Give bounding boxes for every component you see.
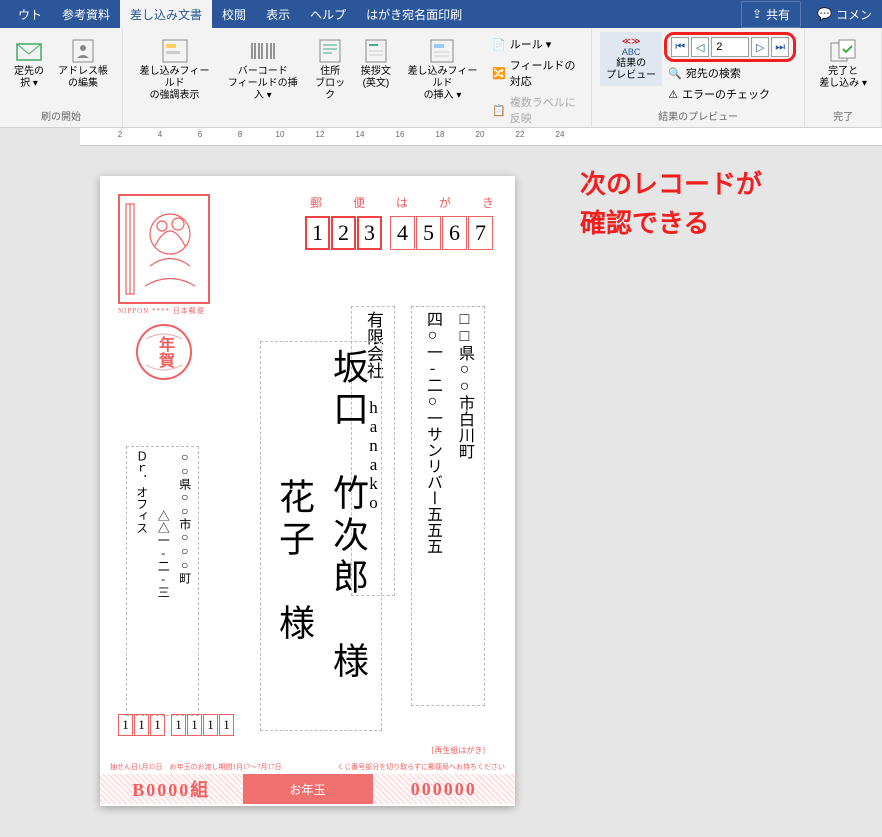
recycle-label: [再生紙はがき]	[432, 745, 485, 756]
highlight-merge-fields-button[interactable]: 差し込みフィールドの強調表示	[131, 32, 218, 106]
select-recipients-button[interactable]: 定先の択 ▾	[8, 32, 50, 94]
match-fields-button[interactable]: 🔀フィールドの対応	[488, 55, 583, 91]
addressbook-icon	[68, 36, 98, 66]
postal-digit: 1	[187, 714, 202, 736]
postal-digit: 7	[468, 216, 493, 250]
share-button[interactable]: ⇪共有	[741, 1, 801, 28]
envelope-icon	[14, 36, 44, 66]
recipient-postal-code: 1 2 3 4 5 6 7	[305, 216, 493, 250]
last-record-button[interactable]: ⏭	[771, 37, 789, 57]
tab-help[interactable]: ヘルプ	[300, 0, 356, 29]
group-label-preview: 結果のプレビュー	[658, 106, 738, 123]
first-record-button[interactable]: ⏮	[671, 37, 689, 57]
tab-review[interactable]: 校閲	[212, 0, 256, 29]
record-navigation: ⏮ ◁ ▷ ⏭	[664, 32, 796, 62]
group-write-insert: 差し込みフィールドの強調表示 バーコードフィールドの挿入 ▾ 住所ブロック 挨拶…	[123, 28, 592, 127]
group-label-finish: 完了	[833, 106, 853, 123]
edit-recipient-list-button[interactable]: アドレス帳の編集	[52, 32, 114, 94]
stamp-frame	[118, 194, 210, 304]
hagaki-page[interactable]: NIPPON **** 日本郵便 年賀 郵 便 は が き 1 2 3 4 5 …	[100, 176, 515, 806]
find-recipient-button[interactable]: 🔍宛先の検索	[664, 63, 796, 83]
ribbon-body: 定先の択 ▾ アドレス帳の編集 刷の開始 差し込みフィールドの強調表示 バーコー…	[0, 28, 882, 128]
postal-digit: 1	[150, 714, 165, 736]
rules-button[interactable]: 📄ルール ▾	[488, 34, 583, 54]
record-number-input[interactable]	[711, 37, 749, 57]
postal-digit: 6	[442, 216, 467, 250]
next-record-button[interactable]: ▷	[751, 37, 769, 57]
group-label-start: 刷の開始	[41, 106, 81, 123]
recipient-address-field[interactable]: □□県○○市白川町 四○一‐二○一サンリバー五五五	[411, 306, 485, 706]
tab-mailings[interactable]: 差し込み文書	[120, 0, 212, 29]
group-start-mailmerge: 定先の択 ▾ アドレス帳の編集 刷の開始	[0, 28, 123, 127]
barcode-icon	[248, 36, 278, 66]
comment-button[interactable]: 💬コメン	[807, 2, 882, 27]
sender-postal-code: 1 1 1 1 1 1 1	[118, 714, 234, 736]
search-icon: 🔍	[668, 67, 682, 80]
barcode-field-button[interactable]: バーコードフィールドの挿入 ▾	[220, 32, 305, 106]
postal-digit: 5	[416, 216, 441, 250]
document-area: NIPPON **** 日本郵便 年賀 郵 便 は が き 1 2 3 4 5 …	[0, 146, 882, 806]
annotation-text: 次のレコードが 確認できる	[580, 165, 762, 243]
group-finish: 完了と 差し込み ▾ 完了	[805, 28, 882, 127]
nippon-label: NIPPON **** 日本郵便	[118, 306, 210, 316]
preview-results-button[interactable]: ≪≫ ABC 結果の プレビュー	[600, 32, 662, 86]
postal-digit: 1	[203, 714, 218, 736]
otoshidama-label: お年玉	[243, 774, 373, 804]
insert-merge-field-button[interactable]: 差し込みフィールドの挿入 ▾	[399, 32, 486, 106]
ribbon-tabs: ウト 参考資料 差し込み文書 校閲 表示 ヘルプ はがき宛名面印刷 ⇪共有 💬コ…	[0, 0, 882, 28]
greeting-line-button[interactable]: 挨拶文(英文)	[355, 32, 397, 94]
postal-digit: 4	[390, 216, 415, 250]
labels-icon: 📋	[492, 104, 506, 117]
group-preview-results: ≪≫ ABC 結果の プレビュー ⏮ ◁ ▷ ⏭ 🔍宛先の検索 ⚠エラーのチェッ…	[592, 28, 805, 127]
highlight-icon	[160, 36, 190, 66]
address-icon	[315, 36, 345, 66]
tab-layout[interactable]: ウト	[8, 0, 52, 29]
finish-merge-button[interactable]: 完了と 差し込み ▾	[813, 32, 873, 94]
check-errors-button[interactable]: ⚠エラーのチェック	[664, 84, 796, 104]
lottery-number: 000000	[373, 774, 516, 804]
postal-digit: 2	[331, 216, 356, 250]
prev-record-button[interactable]: ◁	[691, 37, 709, 57]
postal-digit: 1	[305, 216, 330, 250]
rules-icon: 📄	[492, 38, 506, 51]
lottery-group: B0000組	[100, 774, 243, 804]
tab-references[interactable]: 参考資料	[52, 0, 120, 29]
tab-hagaki-print[interactable]: はがき宛名面印刷	[356, 0, 472, 29]
match-icon: 🔀	[492, 67, 506, 80]
nenga-stamp: 年賀	[136, 324, 192, 380]
postal-digit: 1	[118, 714, 133, 736]
error-icon: ⚠	[668, 88, 678, 101]
postal-digit: 1	[219, 714, 234, 736]
postal-digit: 3	[357, 216, 382, 250]
comment-icon: 💬	[817, 7, 832, 21]
share-icon: ⇪	[752, 7, 762, 21]
postal-digit: 1	[134, 714, 149, 736]
greeting-icon	[361, 36, 391, 66]
merge-field-icon	[427, 36, 457, 66]
finish-icon	[828, 36, 858, 66]
recipient-name-field[interactable]: 坂口 竹次郎 様 花子 様	[260, 341, 382, 731]
address-block-button[interactable]: 住所ブロック	[307, 32, 352, 106]
sender-address-field[interactable]: ○○県○○市○○○町 △△一‐二‐三 Ｄｒ．オフィス	[126, 446, 199, 716]
update-labels-button: 📋複数ラベルに反映	[488, 92, 583, 128]
tab-view[interactable]: 表示	[256, 0, 300, 29]
horizontal-ruler[interactable]: 24681012141618202224	[80, 128, 882, 146]
nenga-decoration-icon	[136, 324, 192, 380]
postal-digit: 1	[171, 714, 186, 736]
lottery-strip: 抽せん日1月15日 お年玉のお渡し期間1月17～7月17日 くじ番号部分を切り取…	[100, 760, 515, 806]
stamp-area: NIPPON **** 日本郵便 年賀	[118, 194, 210, 380]
postal-label: 郵 便 は が き	[310, 194, 508, 211]
stamp-art-icon	[120, 196, 208, 302]
